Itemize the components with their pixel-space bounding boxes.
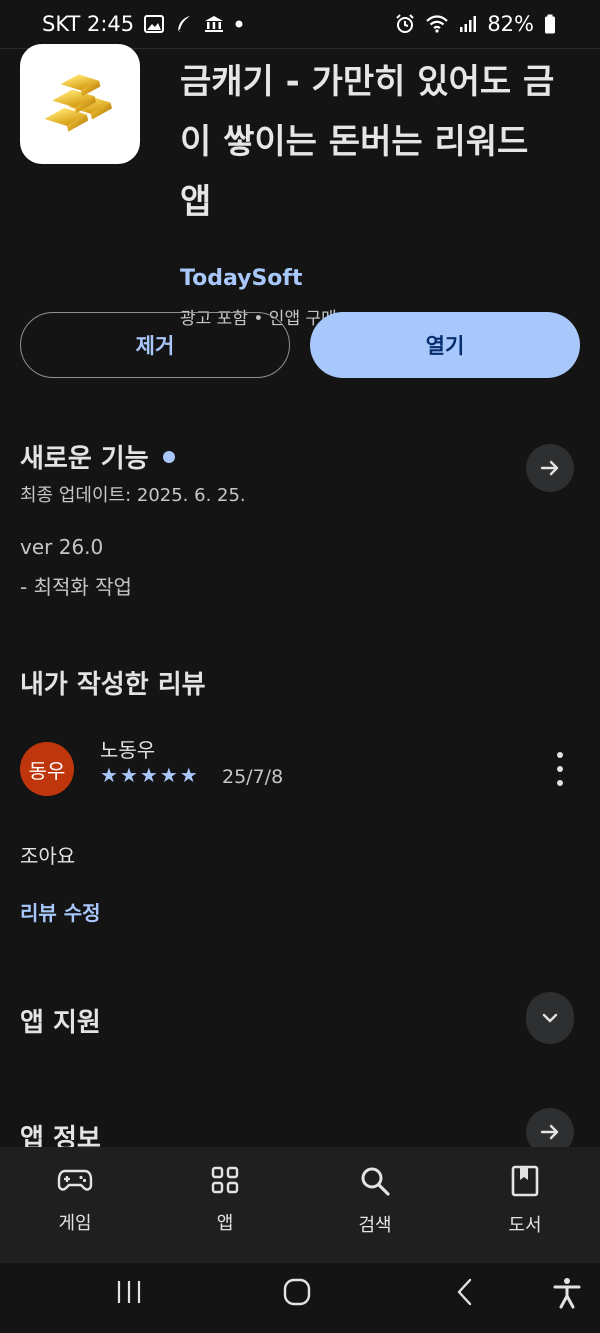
battery-icon: [544, 14, 556, 34]
open-button[interactable]: 열기: [310, 312, 580, 378]
star-icon: ★: [159, 763, 178, 787]
app-support-title[interactable]: 앱 지원: [20, 1002, 101, 1039]
release-notes: - 최적화 작업: [20, 575, 132, 599]
arrow-right-icon: [540, 1124, 559, 1140]
bottom-nav: 게임 앱 검색 도서: [0, 1147, 600, 1263]
new-dot-icon: [162, 450, 175, 463]
whats-new-label: 새로운 기능: [20, 444, 149, 474]
whats-new-title[interactable]: 새로운 기능: [20, 438, 175, 475]
nav-books[interactable]: 도서: [450, 1147, 600, 1263]
apps-grid-icon: [211, 1166, 239, 1194]
nav-games-label: 게임: [58, 1213, 92, 1234]
nav-apps[interactable]: 앱: [150, 1147, 300, 1263]
battery-percent: 82%: [487, 12, 534, 36]
nav-books-label: 도서: [508, 1215, 542, 1236]
home-icon[interactable]: [282, 1277, 312, 1311]
signal-icon: [459, 15, 477, 33]
feather-icon: [174, 14, 194, 34]
app-header: 금캐기 - 가만히 있어도 금이 쌓이는 돈버는 리워드 앱 TodaySoft…: [20, 44, 580, 329]
gold-bars-icon[interactable]: [20, 44, 140, 164]
app-support-expand-button[interactable]: [526, 992, 574, 1044]
back-icon[interactable]: [452, 1277, 478, 1311]
nav-apps-label: 앱: [216, 1213, 234, 1234]
version-text: ver 26.0: [20, 535, 104, 559]
dot-icon: [234, 19, 244, 29]
gamepad-icon: [57, 1169, 93, 1191]
accessibility-icon[interactable]: [552, 1277, 582, 1313]
more-options-icon[interactable]: [548, 752, 572, 786]
arrow-right-icon: [540, 460, 559, 476]
developer-link[interactable]: TodaySoft: [180, 266, 303, 291]
edit-review-link[interactable]: 리뷰 수정: [20, 897, 101, 926]
reviewer-name: 노동우: [100, 738, 156, 762]
star-icon: ★: [179, 763, 198, 787]
my-review-title: 내가 작성한 리뷰: [20, 670, 206, 700]
system-nav-bar: [0, 1263, 600, 1333]
star-rating: ★ ★ ★ ★ ★: [100, 764, 198, 786]
whats-new-arrow-button[interactable]: [526, 444, 574, 492]
review-text: 조아요: [20, 844, 76, 868]
bank-icon: [204, 15, 224, 33]
nav-search-label: 검색: [358, 1215, 392, 1236]
search-icon: [361, 1167, 390, 1196]
review-date: 25/7/8: [222, 766, 284, 788]
star-icon: ★: [139, 763, 158, 787]
recents-icon[interactable]: [114, 1277, 144, 1311]
book-icon: [511, 1165, 539, 1197]
star-icon: ★: [100, 763, 118, 787]
status-bar: SKT 2:45 82%: [0, 0, 600, 48]
wifi-icon: [425, 14, 449, 34]
star-icon: ★: [119, 763, 138, 787]
nav-games[interactable]: 게임: [0, 1147, 150, 1263]
nav-search[interactable]: 검색: [300, 1147, 450, 1263]
remove-button[interactable]: 제거: [20, 312, 290, 378]
carrier-time: SKT 2:45: [42, 12, 135, 36]
last-updated: 최종 업데이트: 2025. 6. 25.: [20, 485, 246, 506]
app-title: 금캐기 - 가만히 있어도 금이 쌓이는 돈버는 리워드 앱: [180, 62, 555, 222]
alarm-icon: [395, 14, 415, 34]
chevron-down-icon: [542, 1013, 558, 1023]
avatar: 동우: [20, 742, 74, 796]
gallery-icon: [144, 15, 165, 33]
